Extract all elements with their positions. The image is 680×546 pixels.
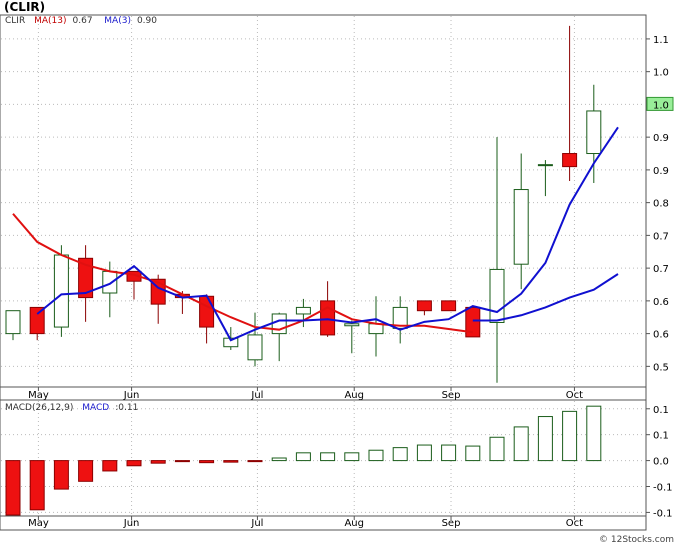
candle-body	[441, 300, 457, 312]
macd-bar	[465, 445, 481, 462]
candle-body	[513, 189, 529, 265]
legend-macd-title: MACD(26,12,9)	[5, 403, 74, 413]
macd-bar	[223, 460, 239, 463]
macd-bar	[174, 460, 190, 463]
macd-bar	[368, 449, 384, 462]
candle-body	[29, 306, 45, 335]
candle-body	[295, 306, 311, 315]
macd-tick-label: -0.1	[653, 483, 673, 494]
candle-body	[489, 268, 505, 323]
price-tick-label: 0.6	[653, 297, 669, 308]
month-label-bottom: Aug	[344, 518, 364, 529]
candle-body	[344, 323, 360, 327]
macd-bar	[102, 460, 118, 472]
last-price-label: 1.0	[653, 100, 669, 111]
macd-bar	[537, 416, 553, 462]
macd-legend: MACD(26,12,9) MACD:0.11	[5, 403, 139, 413]
x-axis-band-bottom	[0, 515, 647, 531]
month-label-bottom: Jul	[250, 518, 263, 529]
x-axis-band-top	[0, 386, 647, 401]
candle-body	[320, 300, 336, 336]
candle-body	[199, 295, 215, 328]
price-tick-label: 0.9	[653, 133, 669, 144]
macd-bar	[416, 444, 432, 462]
price-tick-label: 1.0	[653, 68, 669, 79]
candle-body	[247, 334, 263, 361]
macd-bar	[586, 405, 602, 462]
price-tick-label: 0.9	[653, 166, 669, 177]
macd-bar	[247, 460, 263, 463]
price-tick-label: 0.7	[653, 264, 669, 275]
stock-chart: 1.1 1.0 1.0 0.9 0.9 0.8 0.7 0.7 0.6 0.6 0.5 0.1 0.1 0…	[0, 14, 674, 531]
legend-macd-value: 0.11	[118, 403, 139, 413]
macd-bar	[441, 444, 457, 462]
macd-bar	[78, 460, 94, 482]
macd-bar	[150, 460, 166, 464]
macd-bar	[199, 460, 215, 464]
month-label-bottom: Sep	[442, 518, 461, 529]
month-label-top: Jun	[123, 390, 140, 401]
candle-body	[586, 110, 602, 155]
macd-bar	[344, 452, 360, 462]
macd-bar	[320, 452, 336, 462]
candle-body	[53, 254, 69, 328]
macd-bar	[392, 447, 408, 462]
candle-body	[416, 300, 432, 312]
macd-tick-label: 0.1	[653, 405, 669, 416]
price-tick-label: 0.5	[653, 362, 669, 373]
candle-body	[562, 153, 578, 168]
macd-bar	[489, 436, 505, 462]
candle-body	[102, 270, 118, 294]
month-label-top: Sep	[442, 390, 461, 401]
macd-bar	[5, 460, 21, 516]
macd-bar	[53, 460, 69, 490]
month-label-top: Oct	[566, 390, 583, 401]
candle-body	[368, 323, 384, 335]
macd-bar	[126, 460, 142, 467]
legend-ma3-label: MA(3)	[104, 16, 131, 26]
price-tick-label: 1.1	[653, 35, 669, 46]
legend-ma3-value: 0.90	[136, 16, 157, 26]
price-tick-label: 0.8	[653, 199, 669, 210]
legend-macd-label: MACD	[82, 403, 110, 413]
macd-tick-label: 0.0	[653, 457, 669, 468]
macd-bar	[562, 410, 578, 462]
price-legend: CLIR MA(13) 0.67 MA(3) 0.90	[5, 16, 163, 26]
month-label-top: Jul	[250, 390, 263, 401]
month-label-top: Aug	[344, 390, 364, 401]
macd-tick-label: -0.1	[653, 508, 673, 519]
month-label-bottom: Oct	[566, 518, 583, 529]
price-tick-label: 0.7	[653, 231, 669, 242]
macd-bar	[513, 426, 529, 462]
ticker-title: (CLIR)	[4, 0, 46, 14]
legend-ma13-label: MA(13)	[34, 16, 67, 26]
candle-body	[537, 164, 553, 167]
month-label-bottom: May	[28, 518, 49, 529]
macd-bar	[295, 452, 311, 462]
macd-tick-label: 0.1	[653, 431, 669, 442]
watermark: © 12Stocks.com	[599, 535, 674, 545]
candle-body	[5, 310, 21, 335]
legend-symbol: CLIR	[5, 16, 26, 26]
legend-ma13-value: 0.67	[72, 16, 93, 26]
macd-bar	[29, 460, 45, 511]
month-label-bottom: Jun	[123, 518, 140, 529]
month-label-top: May	[28, 390, 49, 401]
price-tick-label: 0.6	[653, 330, 669, 341]
macd-bar	[271, 457, 287, 462]
